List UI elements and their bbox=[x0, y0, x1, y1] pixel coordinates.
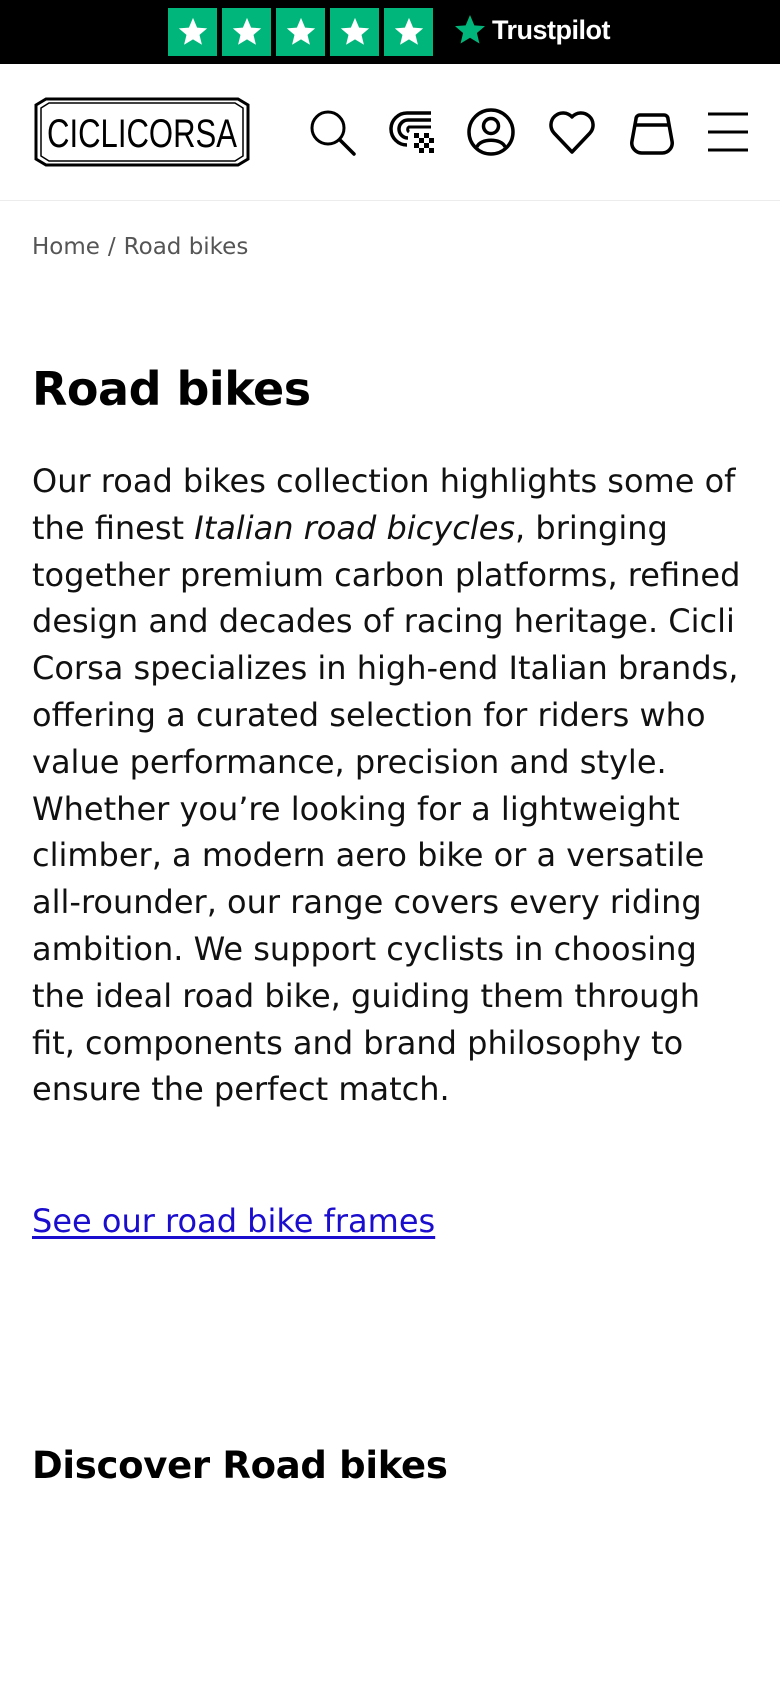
hamburger-menu-icon bbox=[708, 112, 748, 152]
trustpilot-logo: Trustpilot bbox=[452, 12, 611, 48]
heart-icon bbox=[549, 111, 595, 154]
account-icon bbox=[467, 108, 515, 156]
discover-heading: Discover Road bikes bbox=[32, 1444, 448, 1487]
collection-description: Our road bikes collection highlights som… bbox=[32, 458, 752, 1113]
star-icon bbox=[276, 8, 325, 56]
trustpilot-rating bbox=[168, 8, 433, 56]
site-header: CICLICORSA bbox=[0, 64, 780, 201]
wishlist-button[interactable] bbox=[546, 106, 598, 158]
star-icon bbox=[168, 8, 217, 56]
star-icon bbox=[330, 8, 379, 56]
breadcrumb-current: Road bikes bbox=[123, 234, 249, 260]
svg-text:CICLICORSA: CICLICORSA bbox=[47, 112, 237, 156]
loyalty-icon bbox=[389, 111, 434, 153]
page-title: Road bikes bbox=[32, 362, 311, 416]
star-icon bbox=[384, 8, 433, 56]
breadcrumb: Home / Road bikes bbox=[32, 234, 248, 260]
road-bike-frames-link[interactable]: See our road bike frames bbox=[32, 1202, 435, 1240]
star-icon bbox=[222, 8, 271, 56]
menu-button[interactable] bbox=[702, 106, 754, 158]
cart-button[interactable] bbox=[626, 106, 678, 158]
trustpilot-bar[interactable]: Trustpilot bbox=[0, 0, 780, 64]
trustpilot-brand: Trustpilot bbox=[492, 14, 611, 45]
breadcrumb-separator: / bbox=[107, 234, 116, 260]
trustpilot-star-icon bbox=[455, 15, 485, 44]
account-button[interactable] bbox=[465, 106, 517, 158]
search-icon bbox=[310, 110, 356, 156]
loyalty-button[interactable] bbox=[386, 106, 438, 158]
cart-icon bbox=[630, 113, 674, 155]
logo-icon: CICLICORSA bbox=[34, 97, 250, 167]
site-logo[interactable]: CICLICORSA bbox=[32, 97, 252, 171]
description-text-2: , bringing together premium carbon platf… bbox=[32, 508, 741, 1109]
breadcrumb-home-link[interactable]: Home bbox=[32, 234, 100, 260]
description-italic-text: Italian road bicycles bbox=[194, 508, 516, 547]
search-button[interactable] bbox=[306, 106, 358, 158]
